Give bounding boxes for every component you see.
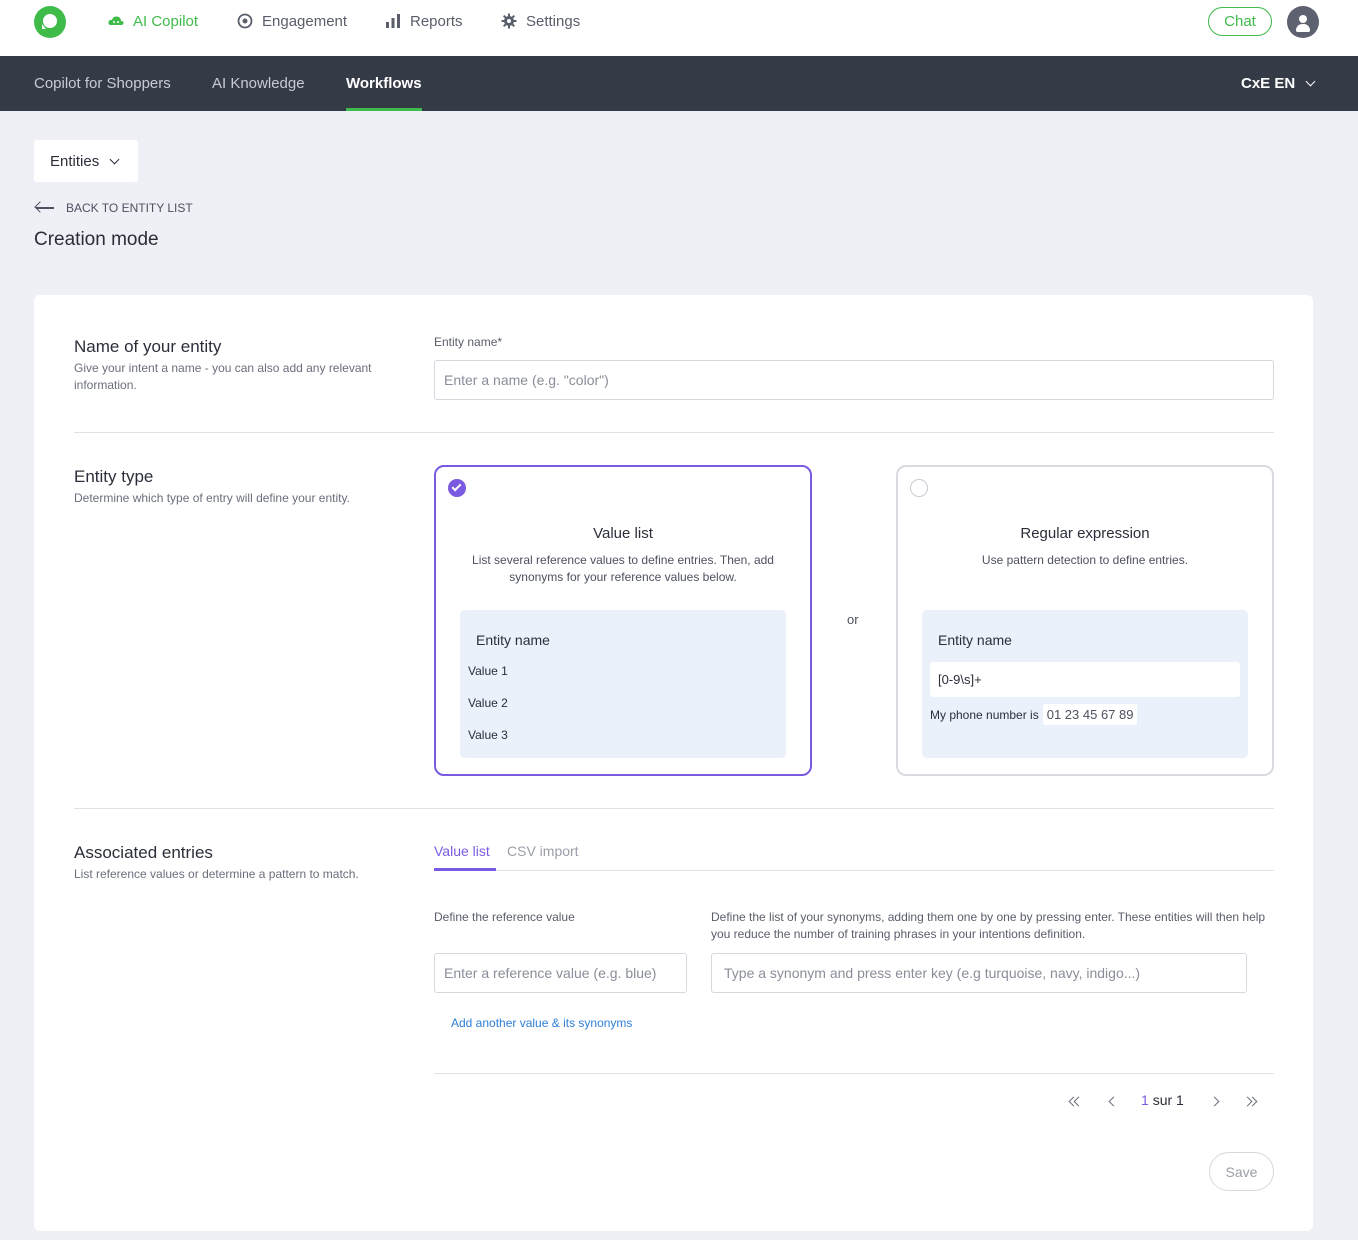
- type-section-description: Determine which type of entry will defin…: [74, 491, 350, 505]
- tab-ai-knowledge-label: AI Knowledge: [212, 75, 305, 92]
- regex-example-match: 01 23 45 67 89: [1042, 704, 1138, 725]
- regex-title: Regular expression: [1020, 525, 1150, 542]
- current-page: 1: [1141, 1092, 1149, 1108]
- tab-ai-knowledge[interactable]: AI Knowledge: [212, 56, 305, 111]
- tab-workflows[interactable]: Workflows: [346, 56, 422, 111]
- entities-dropdown[interactable]: Entities: [34, 140, 138, 182]
- tab-workflows-label: Workflows: [346, 75, 422, 92]
- nav-ai-copilot[interactable]: AI Copilot: [107, 0, 198, 42]
- chevron-down-icon: [109, 154, 120, 164]
- preview-title: Entity name: [938, 632, 1012, 648]
- add-value-link[interactable]: Add another value & its synonyms: [451, 1016, 632, 1030]
- nav-ai-copilot-label: AI Copilot: [133, 12, 199, 30]
- nav-reports[interactable]: Reports: [384, 0, 463, 42]
- name-section-description: Give your intent a name - you can also a…: [74, 361, 372, 392]
- preview-value: Value 3: [468, 728, 508, 742]
- back-label: BACK TO ENTITY LIST: [66, 201, 193, 215]
- back-to-entity-list-link[interactable]: BACK TO ENTITY LIST: [34, 199, 193, 217]
- last-page-icon[interactable]: [1242, 1095, 1258, 1109]
- language-label: CxE EN: [1241, 75, 1296, 92]
- section-divider: [74, 808, 1274, 809]
- next-page-icon[interactable]: [1209, 1095, 1223, 1109]
- synonyms-input[interactable]: [711, 953, 1247, 993]
- page-title: Creation mode: [34, 229, 159, 250]
- value-list-preview: Entity name Value 1 Value 2 Value 3: [460, 610, 786, 758]
- entries-section-description: List reference values or determine a pat…: [74, 867, 359, 881]
- tab-csv-import[interactable]: CSV import: [507, 843, 579, 859]
- top-navigation-bar: AI Copilot Engagement Reports Settings C…: [0, 0, 1358, 56]
- nav-settings[interactable]: Settings: [500, 0, 580, 42]
- cloud-icon: [107, 12, 125, 30]
- arrow-left-icon: [34, 201, 54, 214]
- preview-title: Entity name: [476, 632, 550, 648]
- value-list-description: List several reference values to define …: [472, 553, 774, 584]
- checkmark-icon: [448, 479, 466, 497]
- preview-value: Value 2: [468, 696, 508, 710]
- radio-button-icon: [910, 479, 928, 497]
- save-button[interactable]: Save: [1209, 1152, 1274, 1191]
- nav-engagement[interactable]: Engagement: [236, 0, 347, 42]
- nav-settings-label: Settings: [526, 12, 581, 30]
- entity-name-input[interactable]: [434, 360, 1274, 400]
- reference-value-label: Define the reference value: [434, 910, 575, 924]
- type-section-title: Entity type: [74, 467, 154, 486]
- gear-icon: [500, 12, 518, 30]
- pagination-divider: [434, 1073, 1274, 1074]
- first-page-icon[interactable]: [1067, 1095, 1084, 1109]
- tab-copilot-for-shoppers[interactable]: Copilot for Shoppers: [34, 56, 171, 111]
- entity-name-label: Entity name*: [434, 335, 503, 349]
- target-icon: [236, 12, 254, 30]
- user-avatar-icon[interactable]: [1287, 6, 1319, 38]
- app-logo-icon[interactable]: [34, 6, 66, 38]
- entries-section-title: Associated entries: [74, 843, 213, 862]
- previous-page-icon[interactable]: [1105, 1095, 1119, 1109]
- or-separator: or: [847, 612, 859, 627]
- tabs-divider: [434, 870, 1274, 871]
- regular-expression-option-card[interactable]: Regular expression Use pattern detection…: [896, 465, 1274, 776]
- nav-engagement-label: Engagement: [262, 12, 348, 30]
- language-selector[interactable]: CxE EN: [1241, 56, 1316, 111]
- entity-form-card: Name of your entity Give your intent a n…: [34, 295, 1313, 1231]
- active-tab-indicator: [434, 868, 496, 871]
- regex-pattern: [0-9\s]+: [930, 662, 1240, 697]
- regex-description: Use pattern detection to define entries.: [981, 553, 1189, 567]
- value-list-option-card[interactable]: Value list List several reference values…: [434, 465, 812, 776]
- nav-reports-label: Reports: [410, 12, 463, 30]
- name-section-title: Name of your entity: [74, 337, 222, 356]
- reference-value-input[interactable]: [434, 953, 687, 993]
- page-total: sur 1: [1152, 1092, 1184, 1108]
- chevron-down-icon: [1305, 76, 1316, 87]
- chat-button[interactable]: Chat: [1208, 7, 1272, 36]
- regex-preview: Entity name [0-9\s]+ My phone number is …: [922, 610, 1248, 758]
- regex-example-prefix: My phone number is: [930, 707, 1039, 722]
- page-indicator: 1 sur 1: [1141, 1092, 1184, 1108]
- value-list-title: Value list: [593, 525, 653, 542]
- preview-value: Value 1: [468, 664, 508, 678]
- bar-chart-icon: [384, 12, 402, 30]
- tab-copilot-for-shoppers-label: Copilot for Shoppers: [34, 75, 171, 92]
- entities-dropdown-label: Entities: [50, 152, 100, 170]
- regex-example: My phone number is 01 23 45 67 89: [930, 704, 1138, 725]
- synonyms-label: Define the list of your synonyms, adding…: [711, 910, 1266, 941]
- tab-value-list[interactable]: Value list: [434, 843, 490, 859]
- section-divider: [74, 432, 1274, 433]
- secondary-navigation-bar: Copilot for Shoppers AI Knowledge Workfl…: [0, 56, 1358, 111]
